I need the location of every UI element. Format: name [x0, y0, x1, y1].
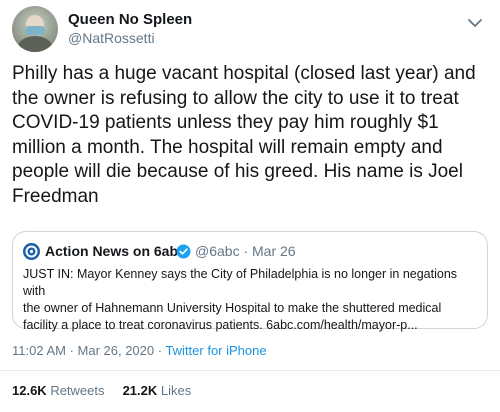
avatar[interactable]: [12, 6, 58, 52]
quoted-tweet-text: JUST IN: Mayor Kenney says the City of P…: [23, 267, 458, 332]
6abc-logo-icon: [23, 243, 40, 260]
tweet-source-link[interactable]: Twitter for iPhone: [165, 343, 266, 358]
tweet-header: Queen No Spleen @NatRossetti: [12, 6, 488, 52]
quoted-account-name[interactable]: Action News on 6abc: [45, 243, 186, 259]
retweets-label: Retweets: [46, 383, 105, 398]
likes-stat[interactable]: 21.2K Likes: [123, 383, 192, 398]
chevron-down-icon[interactable]: [464, 12, 486, 34]
tweet-meta: 11:02 AM · Mar 26, 2020 · Twitter for iP…: [12, 343, 267, 358]
tweet-stats: 12.6K Retweets 21.2K Likes: [12, 383, 191, 398]
likes-count: 21.2K: [122, 383, 158, 398]
tweet-text: Philly has a huge vacant hospital (close…: [12, 63, 476, 207]
verified-badge-icon: [176, 244, 191, 259]
tweet-timestamp[interactable]: 11:02 AM · Mar 26, 2020 ·: [12, 343, 165, 358]
retweets-stat[interactable]: 12.6K Retweets: [12, 383, 105, 398]
retweets-count: 12.6K: [12, 383, 47, 398]
likes-label: Likes: [157, 383, 192, 398]
author-handle[interactable]: @NatRossetti: [68, 30, 155, 46]
author-display-name[interactable]: Queen No Spleen: [68, 11, 192, 28]
quoted-handle-date: @6abc · Mar 26: [195, 243, 296, 259]
divider: [0, 370, 500, 371]
quoted-tweet-card[interactable]: Action News on 6abc @6abc · Mar 26 JUST …: [12, 231, 488, 332]
